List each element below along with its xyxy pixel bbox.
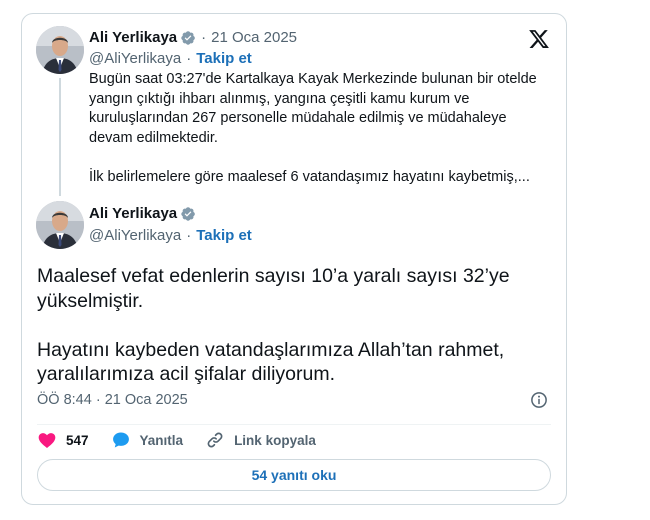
tweet-timestamp[interactable]: ÖÖ 8:44 · 21 Oca 2025 — [37, 390, 188, 410]
main-author-avatar[interactable] — [36, 201, 84, 249]
reply-icon — [112, 432, 129, 448]
quoted-date[interactable]: 21 Oca 2025 — [211, 28, 297, 48]
reply-button[interactable]: Yanıtla — [111, 430, 184, 450]
thread-connector-line — [59, 78, 61, 196]
heart-icon — [38, 433, 56, 448]
main-author-handle[interactable]: @AliYerlikaya — [89, 226, 181, 246]
copy-link-button[interactable]: Link kopyala — [205, 430, 316, 450]
like-button[interactable]: 547 — [37, 430, 89, 450]
handle-separator: · — [186, 50, 192, 67]
main-tweet-text: Maalesef vefat edenlerin sayısı 10’a yar… — [37, 265, 510, 385]
main-follow-button[interactable]: Takip et — [196, 226, 252, 246]
embedded-tweet-card: Ali Yerlikaya · 21 Oca 2025 @AliYerlikay… — [21, 13, 567, 505]
main-handle-row: @AliYerlikaya · Takip et — [89, 226, 252, 246]
quoted-author-handle[interactable]: @AliYerlikaya — [89, 49, 181, 69]
quoted-handle-row: @AliYerlikaya · Takip et — [89, 49, 252, 69]
verified-badge-icon — [181, 207, 195, 221]
like-count: 547 — [66, 432, 89, 448]
quoted-header: Ali Yerlikaya · 21 Oca 2025 — [89, 28, 297, 48]
tweet-actions: 547 Yanıtla Link kopyala — [37, 429, 338, 451]
reply-label: Yanıtla — [139, 432, 184, 448]
quoted-author-avatar[interactable] — [36, 26, 84, 74]
quoted-author-name[interactable]: Ali Yerlikaya — [89, 28, 177, 48]
quoted-follow-button[interactable]: Takip et — [196, 49, 252, 69]
read-replies-button[interactable]: 54 yanıtı oku — [37, 459, 551, 491]
verified-badge-icon — [181, 31, 195, 45]
link-icon — [207, 432, 223, 448]
copy-link-label: Link kopyala — [234, 432, 316, 448]
actions-divider — [37, 424, 551, 425]
handle-separator: · — [186, 227, 192, 244]
main-author-name[interactable]: Ali Yerlikaya — [89, 204, 177, 224]
header-separator: · — [201, 29, 207, 46]
main-header: Ali Yerlikaya — [89, 204, 196, 224]
x-logo-icon[interactable] — [528, 28, 550, 50]
info-icon[interactable] — [530, 391, 548, 409]
quoted-tweet-text[interactable]: Bugün saat 03:27'de Kartalkaya Kayak Mer… — [89, 70, 549, 187]
